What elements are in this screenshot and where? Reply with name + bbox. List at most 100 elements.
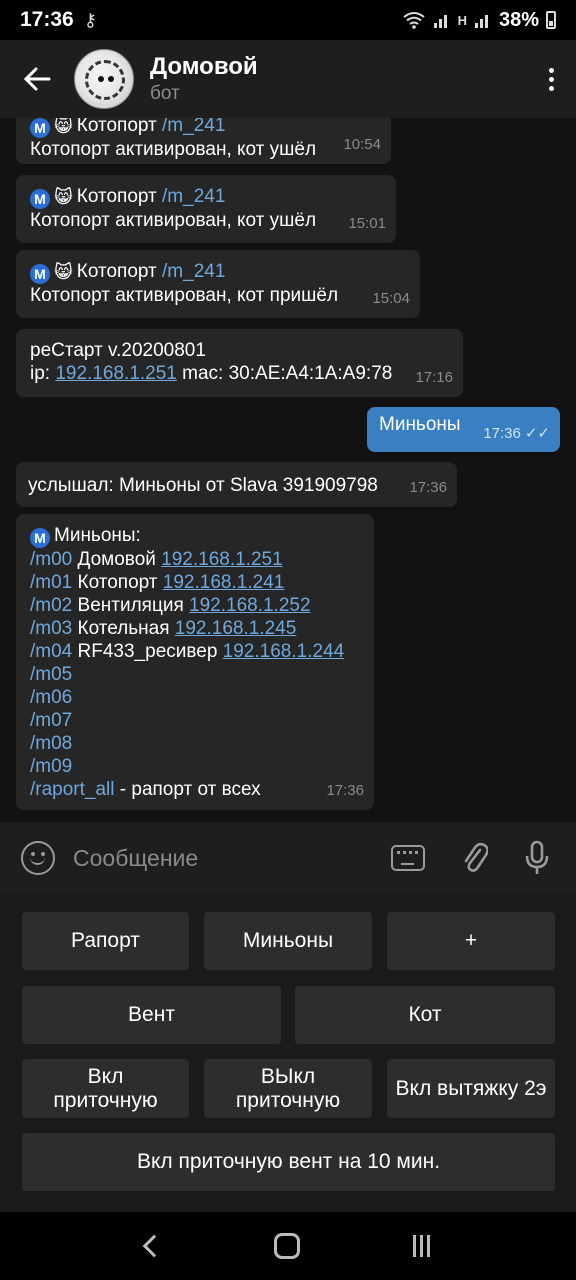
avatar-cat-drawing — [85, 60, 125, 100]
battery-icon — [546, 11, 556, 29]
command-link[interactable]: /m_241 — [162, 118, 225, 136]
minion-row: /m07 — [30, 709, 360, 732]
keyboard-button-supply-on[interactable]: Вкл приточную — [22, 1059, 189, 1118]
status-bar: 17:36 ⚷ H 38% — [0, 0, 576, 40]
m-badge-icon: M — [30, 118, 50, 138]
ip-link[interactable]: 192.168.1.252 — [189, 595, 311, 616]
minion-name: Домовой — [77, 549, 156, 570]
minion-name: Вентиляция — [77, 595, 184, 616]
message-time: 17:36 — [483, 425, 521, 442]
minion-row: /m02 Вентиляция 192.168.1.252 — [30, 594, 360, 617]
ip-label: ip: — [30, 363, 51, 384]
outgoing-message-bubble[interactable]: Миньоны 17:36 ✓✓ — [367, 407, 560, 452]
message-bubble[interactable]: M 😸 Котопорт /m_241 Котопорт активирован, … — [16, 250, 420, 318]
command-link[interactable]: /m05 — [30, 664, 72, 685]
message-text: Котопорт активирован, кот пришёл — [30, 285, 339, 306]
keyboard-button-supply-10min[interactable]: Вкл приточную вент на 10 мин. — [22, 1133, 555, 1191]
chat-title: Домовой — [150, 53, 258, 80]
attach-icon[interactable] — [455, 838, 495, 878]
message-heading: Миньоны: — [54, 525, 141, 546]
message-text: Котопорт активирован, кот ушёл — [30, 139, 317, 160]
message-bubble[interactable]: реСтарт v.20200801 ip: 192.168.1.251 mac… — [16, 329, 463, 397]
m-badge-icon: M — [30, 264, 50, 284]
ip-link[interactable]: 192.168.1.241 — [163, 572, 285, 593]
emoji-icon[interactable] — [21, 841, 55, 875]
message-text: Котопорт — [76, 118, 157, 136]
cat-emoji-icon: 😸 — [54, 118, 73, 136]
keyboard-button-plus[interactable]: + — [387, 912, 555, 970]
message-bubble[interactable]: M 😸 Котопорт /m_241 Котопорт активирован, … — [16, 118, 391, 164]
battery-percent: 38% — [498, 8, 539, 31]
command-link[interactable]: /m01 — [30, 572, 72, 593]
bot-reply-keyboard: Рапорт Миньоны + Вент Кот Вкл приточную … — [0, 894, 576, 1212]
command-link[interactable]: /m02 — [30, 595, 72, 616]
command-link[interactable]: /m00 — [30, 549, 72, 570]
message-bubble[interactable]: M 😸 Котопорт /m_241 Котопорт активирован, … — [16, 175, 396, 243]
message-input[interactable] — [73, 838, 373, 878]
message-time: 17:36 — [326, 782, 364, 799]
system-navigation-bar — [0, 1212, 576, 1280]
keyboard-button-cat[interactable]: Кот — [295, 986, 555, 1044]
raport-all-text: - рапорт от всех — [119, 779, 261, 800]
minion-name: Котопорт — [77, 572, 158, 593]
nav-back-icon[interactable] — [142, 1234, 166, 1258]
message-list[interactable]: M 😸 Котопорт /m_241 Котопорт активирован, … — [0, 118, 576, 822]
ip-link[interactable]: 192.168.1.251 — [161, 549, 283, 570]
message-text: услышал: Миньоны от Slava 391909798 — [28, 475, 378, 496]
message-time: 17:16 — [415, 369, 453, 386]
raport-all-link[interactable]: /raport_all — [30, 779, 115, 800]
microphone-icon[interactable] — [517, 838, 557, 878]
minion-row: /m03 Котельная 192.168.1.245 — [30, 617, 360, 640]
minions-list-message[interactable]: M Миньоны: /m00 Домовой 192.168.1.251 /m0… — [16, 514, 374, 810]
nav-recents-icon[interactable] — [412, 1235, 430, 1257]
minion-name: Котельная — [77, 618, 170, 639]
message-time: 15:04 — [372, 290, 410, 307]
command-link[interactable]: /m09 — [30, 756, 72, 777]
minion-name: RF433_ресивер — [77, 641, 218, 662]
ip-link[interactable]: 192.168.1.251 — [55, 363, 177, 384]
keyboard-button-supply-off[interactable]: ВЫкл приточную — [204, 1059, 372, 1118]
minion-row: /m01 Котопорт 192.168.1.241 — [30, 571, 360, 594]
avatar[interactable] — [74, 49, 134, 109]
read-checkmarks-icon: ✓✓ — [524, 425, 550, 442]
m-badge-icon: M — [30, 528, 50, 548]
message-time: 17:36 — [409, 479, 447, 496]
command-link[interactable]: /m06 — [30, 687, 72, 708]
chat-subtitle: бот — [150, 83, 180, 104]
keyboard-button-vent[interactable]: Вент — [22, 986, 281, 1044]
message-text: Котопорт — [76, 261, 157, 282]
minion-row: /m05 — [30, 663, 360, 686]
signal-icon — [433, 15, 447, 28]
minion-row: /m00 Домовой 192.168.1.251 — [30, 548, 360, 571]
command-link[interactable]: /m07 — [30, 710, 72, 731]
command-link[interactable]: /m03 — [30, 618, 72, 639]
back-arrow-icon[interactable] — [0, 40, 74, 118]
network-type-icon: H — [457, 12, 467, 28]
message-time: 15:01 — [348, 215, 386, 232]
message-text: реСтарт v.20200801 — [30, 340, 206, 361]
minion-row: /m09 — [30, 755, 360, 778]
keyboard-button-exhaust-on[interactable]: Вкл вытяжку 2э — [387, 1059, 555, 1118]
command-link[interactable]: /m_241 — [162, 186, 225, 207]
minion-row: /m04 RF433_ресивер 192.168.1.244 — [30, 640, 360, 663]
message-time: 10:54 — [343, 136, 381, 153]
command-link[interactable]: /m08 — [30, 733, 72, 754]
key-icon: ⚷ — [83, 9, 97, 30]
ip-link[interactable]: 192.168.1.245 — [175, 618, 297, 639]
minion-row: /m08 — [30, 732, 360, 755]
more-menu-icon[interactable] — [526, 40, 576, 118]
m-badge-icon: M — [30, 189, 50, 209]
message-bubble[interactable]: услышал: Миньоны от Slava 391909798 17:3… — [16, 462, 457, 507]
ip-link[interactable]: 192.168.1.244 — [223, 641, 345, 662]
chat-header: Домовой бот — [0, 40, 576, 118]
keyboard-button-minions[interactable]: Миньоны — [204, 912, 372, 970]
chat-title-block[interactable]: Домовой бот — [150, 53, 258, 105]
wifi-icon — [402, 12, 425, 29]
command-link[interactable]: /m_241 — [162, 261, 225, 282]
message-text: Котопорт активирован, кот ушёл — [30, 210, 317, 231]
nav-home-icon[interactable] — [274, 1233, 301, 1259]
keyboard-button-raport[interactable]: Рапорт — [22, 912, 189, 970]
bot-keyboard-icon[interactable] — [391, 845, 425, 871]
minion-row: /m06 — [30, 686, 360, 709]
command-link[interactable]: /m04 — [30, 641, 72, 662]
